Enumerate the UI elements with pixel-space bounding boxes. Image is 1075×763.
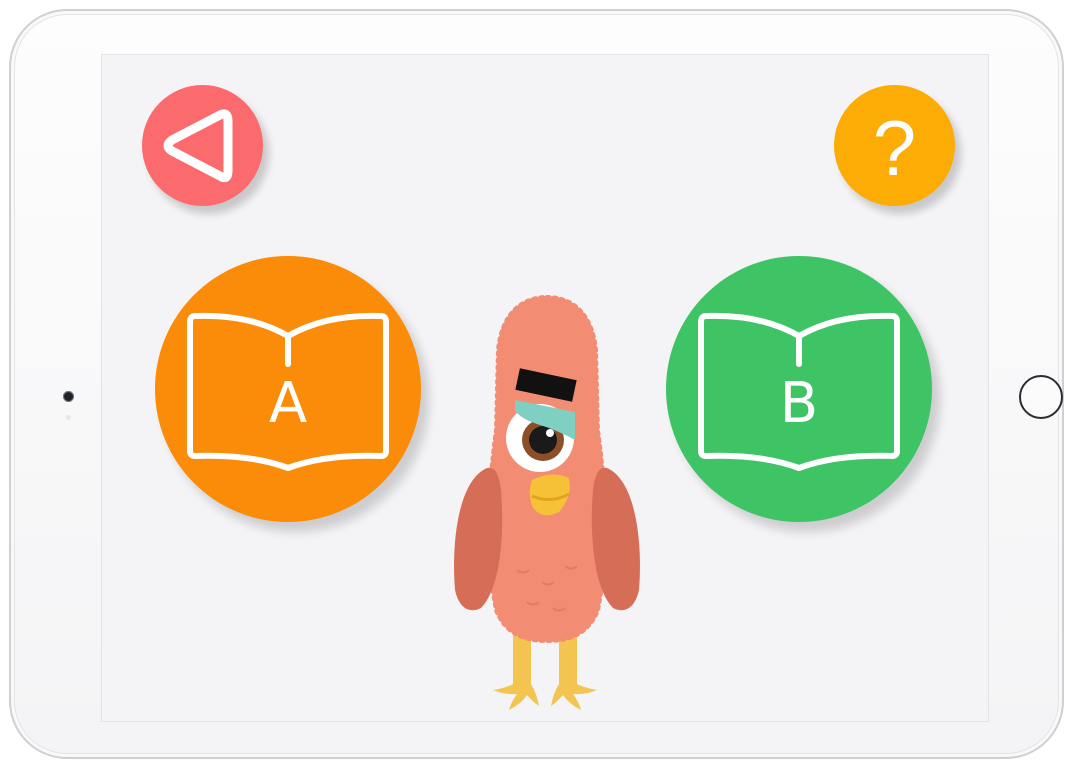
question-icon: ? [872, 103, 917, 192]
bird-right-foot [551, 680, 597, 710]
bird-left-foot [493, 680, 539, 710]
bird-mascot [454, 294, 640, 710]
book-b-letter: B [779, 371, 819, 436]
sensor-dot [66, 415, 71, 420]
help-button[interactable]: ? [834, 85, 955, 206]
camera-icon [63, 391, 74, 402]
home-button-icon[interactable] [1019, 375, 1063, 419]
book-b-button[interactable]: B [666, 256, 932, 522]
back-button[interactable] [142, 85, 263, 206]
app-screen: ? A B [102, 55, 988, 721]
book-a-letter: A [268, 371, 308, 436]
book-a-button[interactable]: A [155, 256, 421, 522]
back-triangle-icon [163, 109, 233, 183]
